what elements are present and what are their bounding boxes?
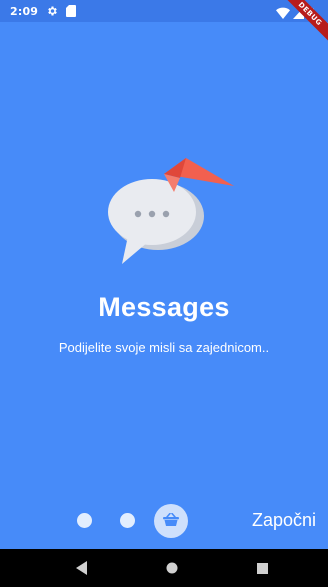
status-bar: 2:09 (0, 0, 328, 22)
onboarding-screen: 2:09 DEBUG Messages Podijelite svoje mis… (0, 0, 328, 587)
basket-icon (163, 512, 179, 531)
page-title: Messages (98, 292, 230, 322)
status-time: 2:09 (10, 4, 39, 18)
gear-icon (46, 5, 58, 17)
back-icon[interactable] (73, 560, 91, 576)
page-dot-2[interactable] (120, 513, 135, 528)
page-dot-1[interactable] (77, 513, 92, 528)
start-button[interactable]: Započni (252, 508, 316, 533)
home-icon[interactable] (163, 560, 181, 576)
wifi-icon (276, 4, 290, 23)
page-indicator: Započni (0, 500, 328, 540)
recents-icon[interactable] (253, 560, 271, 576)
page-subtitle: Podijelite svoje misli sa zajednicom.. (58, 340, 270, 355)
page-dot-3-active[interactable] (154, 504, 188, 538)
sd-card-icon (66, 5, 77, 17)
chat-bubble-icon (100, 152, 240, 272)
navigation-bar (0, 549, 328, 587)
